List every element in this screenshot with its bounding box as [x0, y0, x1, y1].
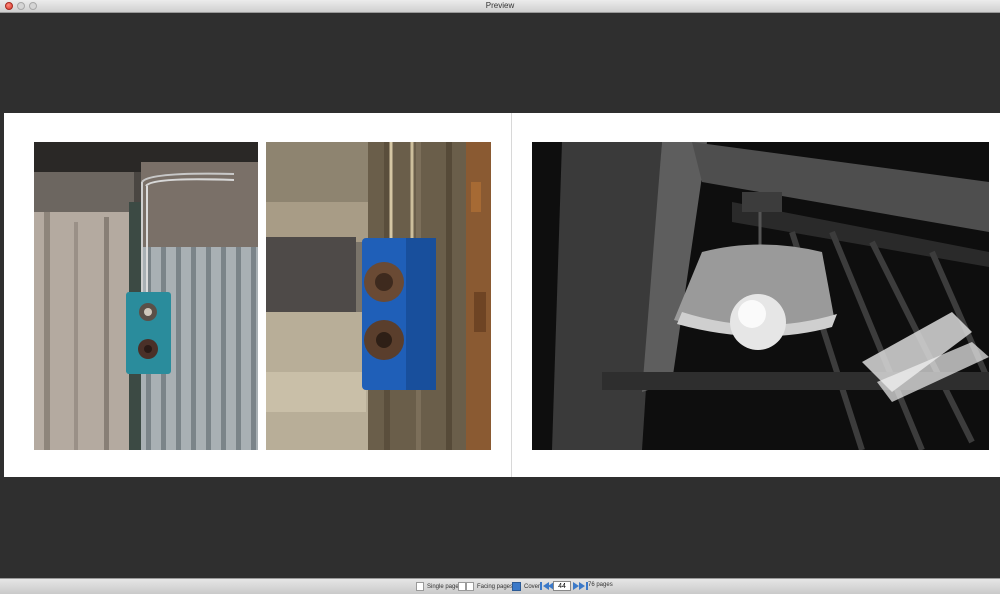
cover-option[interactable]: Cover	[512, 582, 540, 591]
page-number-input[interactable]	[553, 581, 571, 591]
single-page-option[interactable]: Single page	[416, 582, 459, 591]
window-title: Preview	[485, 1, 515, 10]
page-count-label: 76 pages	[588, 582, 613, 588]
title-bar: Preview	[0, 0, 1000, 13]
spread-gutter	[511, 113, 512, 477]
page-count: 76 pages	[588, 582, 613, 588]
last-page-icon	[579, 582, 585, 590]
facing-page-right-icon	[466, 582, 474, 591]
facing-pages-label: Facing pages	[477, 583, 514, 590]
first-page-bar-icon	[540, 582, 542, 590]
bottom-toolbar: Single page Facing pages Cover 76 pages	[0, 578, 1000, 594]
single-page-icon	[416, 582, 424, 591]
facing-pages-option[interactable]: Facing pages	[458, 582, 513, 591]
photo-teal-switch[interactable]	[34, 142, 258, 450]
cover-label: Cover	[524, 583, 541, 590]
single-page-label: Single page	[427, 583, 459, 590]
page-number-field-wrap	[553, 581, 571, 591]
last-page-button[interactable]	[579, 582, 588, 590]
photo-hanging-lamp[interactable]	[532, 142, 989, 450]
photo-blue-switch[interactable]	[266, 142, 491, 450]
cover-icon	[512, 582, 521, 591]
facing-page-left-icon	[458, 582, 466, 591]
